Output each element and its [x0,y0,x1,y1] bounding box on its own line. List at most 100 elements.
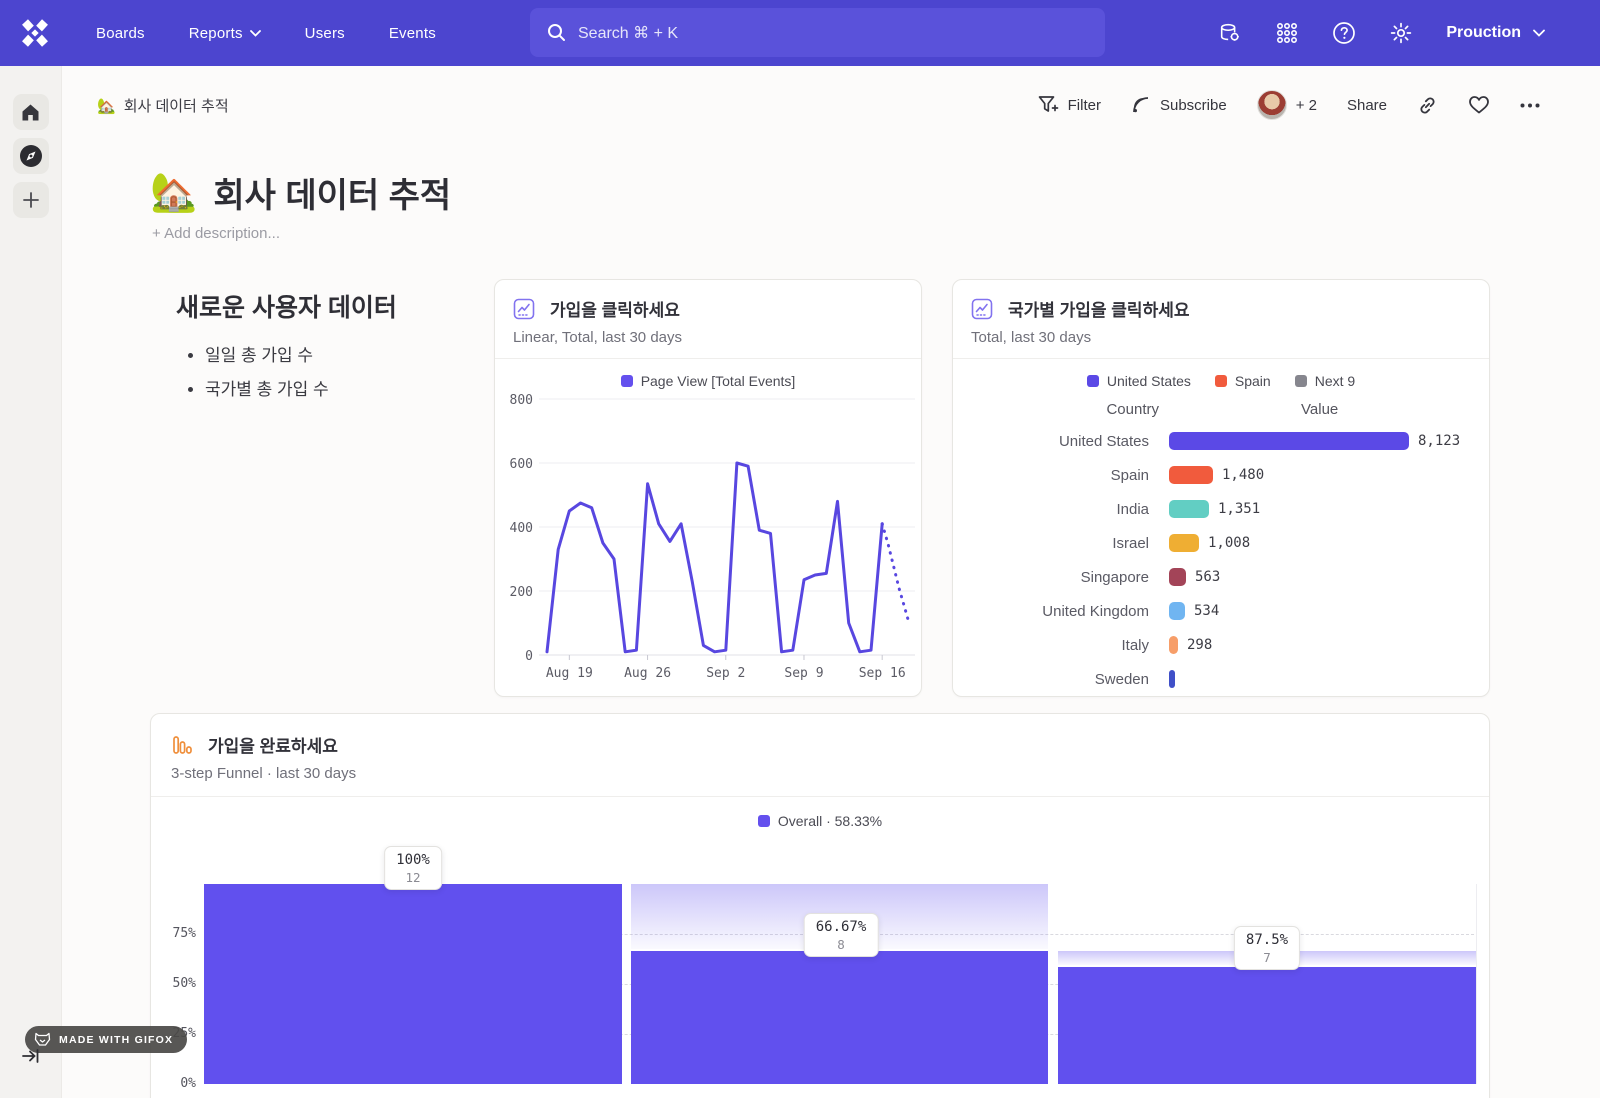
help-icon[interactable] [1332,21,1356,45]
value-label: 1,480 [1222,467,1264,483]
fox-icon [34,1032,51,1047]
column-country: Country [953,401,1159,418]
svg-text:Aug 19: Aug 19 [546,666,593,681]
step-conversion-pct: 100% [396,852,430,868]
svg-text:400: 400 [510,521,533,536]
value-bar [1169,670,1175,688]
country-label: India [953,501,1149,518]
plus-icon [22,191,40,209]
home-button[interactable] [13,94,49,130]
funnel-step-tooltip: 66.67%8 [804,913,879,957]
subscribe-button[interactable]: Subscribe [1131,95,1227,115]
discover-button[interactable] [13,138,49,174]
value-label: 298 [1187,637,1212,653]
svg-text:Aug 26: Aug 26 [624,666,671,681]
bar-chart-card[interactable]: 국가별 가입을 클릭하세요 Total, last 30 days United… [952,279,1490,697]
svg-text:Sep 9: Sep 9 [784,666,823,681]
ellipsis-icon [1520,103,1540,108]
step-count: 7 [1246,950,1288,965]
funnel-bar[interactable] [1058,967,1476,1084]
value-bar [1169,568,1186,586]
value-label: 1,008 [1208,535,1250,551]
add-description-button[interactable]: + Add description... [152,225,280,242]
home-icon [21,103,40,122]
step-conversion-pct: 66.67% [816,919,867,935]
funnel-bar[interactable] [204,884,622,1084]
value-bar [1169,466,1213,484]
table-row-partial[interactable]: Sweden [953,662,1489,696]
y-axis-label: 0% [156,1076,196,1091]
card-subtitle: Linear, Total, last 30 days [513,329,903,346]
value-label: 8,123 [1418,433,1460,449]
filter-button[interactable]: Filter [1038,95,1101,115]
country-label: United Kingdom [953,603,1149,620]
add-button[interactable] [13,182,49,218]
link-icon [1417,95,1438,116]
nav-reports[interactable]: Reports [189,25,261,42]
project-switcher[interactable]: Prouction [1446,24,1545,42]
line-chart-plot[interactable]: 0200400600800Aug 19Aug 26Sep 2Sep 9Sep 1… [495,389,922,685]
funnel-chart-card[interactable]: 가입을 완료하세요 3-step Funnel · last 30 days O… [150,713,1490,1098]
card-title-text: 국가별 가입을 클릭하세요 [1008,296,1190,321]
search-icon [547,23,566,42]
svg-text:200: 200 [510,585,533,600]
nav-events[interactable]: Events [389,25,436,42]
chevron-down-icon [250,30,261,37]
card-header: 가입을 클릭하세요 Linear, Total, last 30 days [495,280,921,359]
table-row[interactable]: Singapore563 [953,560,1489,594]
value-bar [1169,500,1209,518]
data-management-icon[interactable] [1218,21,1242,45]
sidebar-expand-icon[interactable] [22,1048,40,1069]
table-row[interactable]: Israel1,008 [953,526,1489,560]
table-row[interactable]: United Kingdom534 [953,594,1489,628]
table-row[interactable]: India1,351 [953,492,1489,526]
share-button[interactable]: Share [1347,97,1387,114]
bullet-item: 일일 총 가입 수 [205,341,329,366]
value-bar [1169,432,1409,450]
card-title-text: 가입을 클릭하세요 [550,296,680,321]
top-nav-right: Prouction [1218,0,1545,66]
table-row[interactable]: United States8,123 [953,424,1489,458]
country-bar-rows: United States8,123 Spain 1,480 India1,351Is… [953,424,1489,696]
breadcrumb[interactable]: 🏡 회사 데이터 추적 [97,95,229,116]
apps-grid-icon[interactable] [1275,21,1299,45]
country-label: Sweden [953,671,1149,688]
svg-text:800: 800 [510,393,533,408]
table-row[interactable]: Spain 1,480 [953,458,1489,492]
svg-text:600: 600 [510,457,533,472]
search-input[interactable]: Search ⌘ + K [530,8,1105,57]
nav-users[interactable]: Users [305,25,345,42]
shared-users[interactable]: + 2 [1257,90,1317,120]
primary-nav: Boards Reports Users Events [96,25,436,42]
y-axis-label: 50% [156,976,196,991]
step-count: 12 [396,870,430,885]
mixpanel-logo-icon[interactable] [20,18,50,48]
card-subtitle: Total, last 30 days [971,329,1471,346]
value-bar [1169,534,1199,552]
column-value: Value [1301,401,1338,418]
line-chart-icon [513,298,535,320]
gifox-badge: MADE WITH GIFOX [25,1026,187,1053]
top-nav: Boards Reports Users Events Search ⌘ + K [0,0,1600,66]
copy-link-button[interactable] [1417,95,1438,116]
board-toolbar: Filter Subscribe + 2 Share [1038,87,1540,123]
funnel-plot[interactable]: 75%50%25%0%100%1266.67%887.5%7 [151,714,1489,1098]
country-label: Italy [953,637,1149,654]
text-card-bullets: 일일 총 가입 수 국가별 총 가입 수 [205,341,329,409]
country-label: Spain [953,467,1149,484]
nav-boards[interactable]: Boards [96,25,145,42]
more-options-button[interactable] [1520,103,1540,108]
line-chart-card[interactable]: 가입을 클릭하세요 Linear, Total, last 30 days Pa… [494,279,922,697]
table-row[interactable]: Italy 298 [953,628,1489,662]
funnel-bar[interactable] [631,951,1048,1084]
favorite-button[interactable] [1468,95,1490,115]
legend-swatch [1215,375,1227,387]
chevron-down-icon [1533,29,1545,37]
svg-text:Sep 2: Sep 2 [706,666,745,681]
svg-text:0: 0 [525,649,533,664]
search-placeholder: Search ⌘ + K [578,23,678,43]
value-bar [1169,636,1178,654]
legend-swatch [1087,375,1099,387]
settings-gear-icon[interactable] [1389,21,1413,45]
avatar-extra-count: + 2 [1296,97,1317,114]
